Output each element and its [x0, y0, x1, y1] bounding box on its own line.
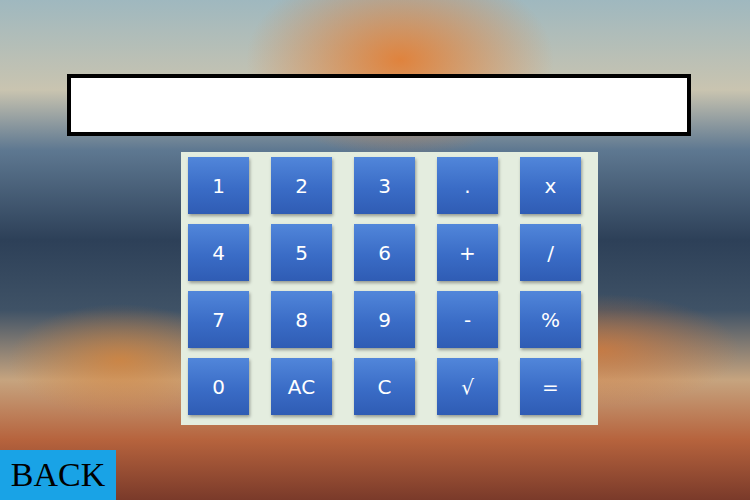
- calculator-key[interactable]: AC: [271, 358, 332, 415]
- calculator-key[interactable]: 5: [271, 224, 332, 281]
- calculator-key[interactable]: 2: [271, 157, 332, 214]
- calculator-key[interactable]: 3: [354, 157, 415, 214]
- calculator-key[interactable]: 6: [354, 224, 415, 281]
- calculator-key[interactable]: x: [520, 157, 581, 214]
- calculator-key[interactable]: 0: [188, 358, 249, 415]
- calculator-key[interactable]: =: [520, 358, 581, 415]
- calculator-key[interactable]: 8: [271, 291, 332, 348]
- calculator-key[interactable]: 4: [188, 224, 249, 281]
- calculator-key[interactable]: %: [520, 291, 581, 348]
- calculator-key[interactable]: 7: [188, 291, 249, 348]
- calculator-key[interactable]: C: [354, 358, 415, 415]
- calculator-key[interactable]: +: [437, 224, 498, 281]
- calculator-key[interactable]: √: [437, 358, 498, 415]
- calculator-key[interactable]: /: [520, 224, 581, 281]
- calculator-screen: 123. x 456 + / 789-% 0 AC C √ = BACK: [0, 0, 750, 500]
- keypad: 123. x 456 + / 789-% 0 AC C √ =: [181, 152, 598, 425]
- calculator-display: [67, 74, 691, 136]
- calculator-key[interactable]: -: [437, 291, 498, 348]
- calculator-key[interactable]: .: [437, 157, 498, 214]
- back-button[interactable]: BACK: [0, 450, 116, 500]
- calculator-key[interactable]: 1: [188, 157, 249, 214]
- calculator-key[interactable]: 9: [354, 291, 415, 348]
